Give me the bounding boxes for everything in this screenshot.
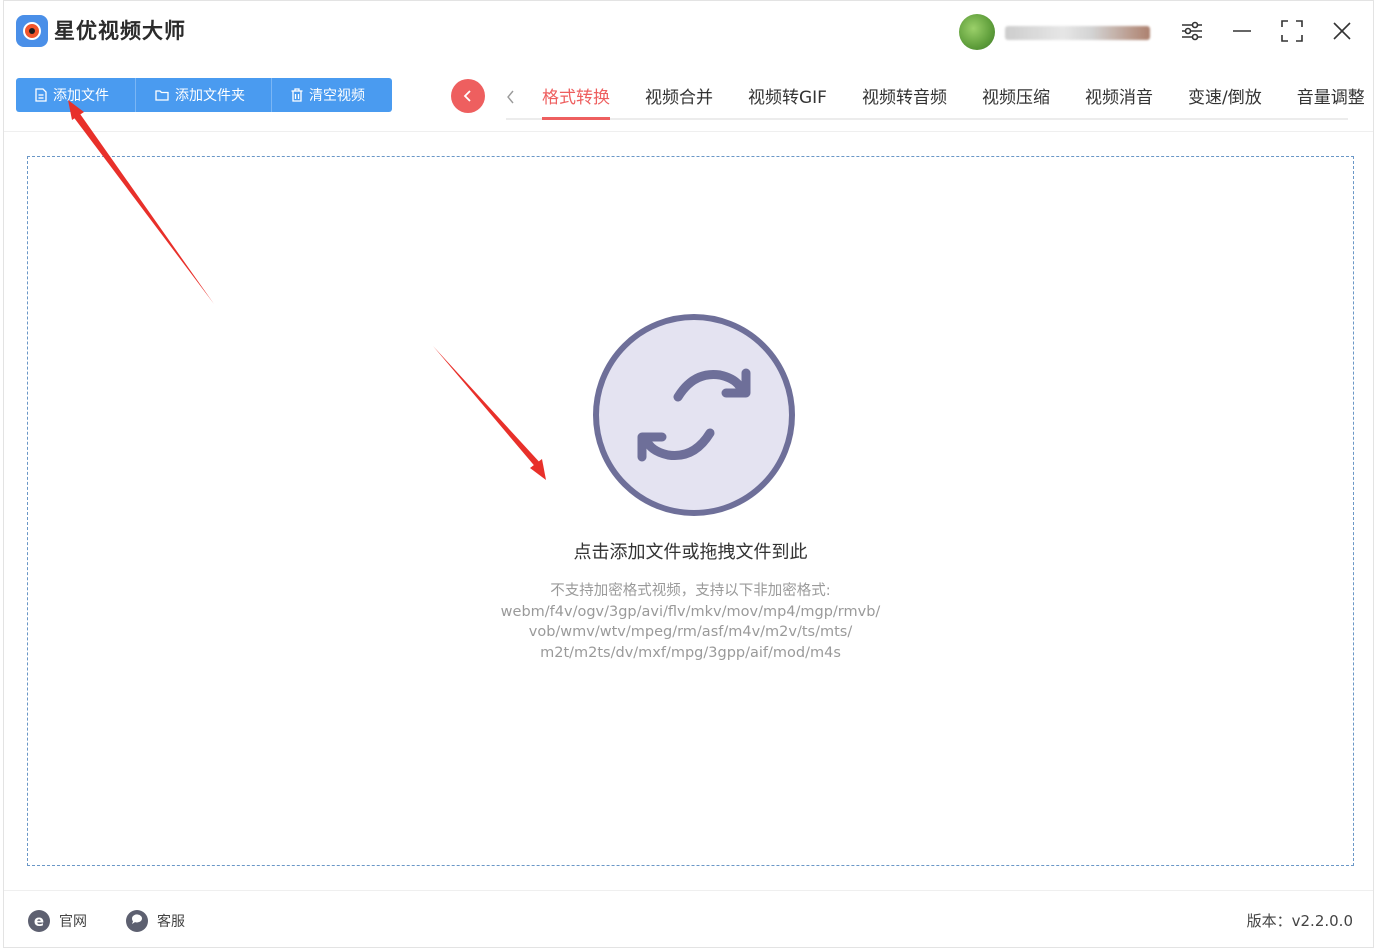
app-logo-icon: [16, 15, 48, 47]
file-icon: [35, 88, 47, 102]
tab-video-to-gif[interactable]: 视频转GIF: [748, 78, 827, 118]
avatar[interactable]: [959, 14, 995, 50]
browser-e-icon: e: [27, 909, 51, 933]
fullscreen-icon[interactable]: [1276, 15, 1308, 47]
formats-line: 不支持加密格式视频，支持以下非加密格式:: [550, 583, 831, 599]
chat-bubble-icon: [125, 909, 149, 933]
folder-icon: [155, 89, 169, 101]
tab-format-convert[interactable]: 格式转换: [542, 78, 610, 120]
file-drop-zone[interactable]: 点击添加文件或拖拽文件到此 不支持加密格式视频，支持以下非加密格式: webm/…: [27, 156, 1354, 866]
formats-line: vob/wmv/wtv/mpeg/rm/asf/m4v/m2v/ts/mts/: [528, 624, 853, 640]
file-toolbar: 添加文件 添加文件夹 清空视频: [16, 78, 392, 112]
website-label: 官网: [59, 914, 87, 930]
app-title: 星优视频大师: [54, 19, 186, 43]
formats-line: m2t/m2ts/dv/mxf/mpg/3gpp/aif/mod/m4s: [540, 644, 841, 661]
support-label: 客服: [157, 914, 185, 930]
title-bar: 星优视频大师: [4, 1, 1373, 63]
formats-line: webm/f4v/ogv/3gp/avi/flv/mkv/mov/mp4/mgp…: [500, 603, 881, 620]
add-folder-button[interactable]: 添加文件夹: [136, 78, 272, 112]
website-link[interactable]: e 官网: [27, 908, 87, 934]
tab-video-compress[interactable]: 视频压缩: [982, 78, 1050, 118]
collapse-toolbar-button[interactable]: [451, 79, 485, 113]
support-link[interactable]: 客服: [125, 908, 185, 934]
chevron-left-icon: [463, 90, 471, 102]
header-divider: [4, 131, 1373, 132]
add-file-button[interactable]: 添加文件: [16, 78, 136, 112]
settings-sliders-icon[interactable]: [1176, 15, 1208, 47]
svg-text:e: e: [34, 912, 44, 930]
convert-refresh-icon: [592, 313, 796, 517]
feature-tabs: 格式转换 视频合并 视频转GIF 视频转音频 视频压缩 视频消音 变速/倒放 音…: [506, 78, 1365, 120]
tabs-scroll-right-icon[interactable]: [1329, 85, 1349, 109]
tab-video-mute[interactable]: 视频消音: [1085, 78, 1153, 118]
clear-videos-button[interactable]: 清空视频: [272, 78, 392, 112]
add-file-label: 添加文件: [53, 88, 109, 104]
user-account[interactable]: [959, 14, 1159, 50]
tab-video-to-audio[interactable]: 视频转音频: [862, 78, 947, 118]
app-window: 星优视频大师 添加文件 添加文件夹 清空视频 格式转换 视频合并 视频转GIF …: [3, 0, 1374, 948]
footer-divider: [4, 890, 1373, 891]
clear-videos-label: 清空视频: [309, 88, 365, 104]
add-folder-label: 添加文件夹: [175, 88, 245, 104]
tab-speed-reverse[interactable]: 变速/倒放: [1188, 78, 1262, 118]
minimize-icon[interactable]: [1226, 15, 1258, 47]
tab-video-merge[interactable]: 视频合并: [645, 78, 713, 118]
drop-zone-title: 点击添加文件或拖拽文件到此: [573, 542, 808, 563]
trash-icon: [291, 88, 303, 102]
supported-formats: 不支持加密格式视频，支持以下非加密格式: webm/f4v/ogv/3gp/av…: [28, 581, 1353, 663]
version-label: 版本：v2.2.0.0: [1246, 912, 1353, 930]
username-redacted: [1005, 26, 1150, 40]
close-icon[interactable]: [1326, 15, 1358, 47]
